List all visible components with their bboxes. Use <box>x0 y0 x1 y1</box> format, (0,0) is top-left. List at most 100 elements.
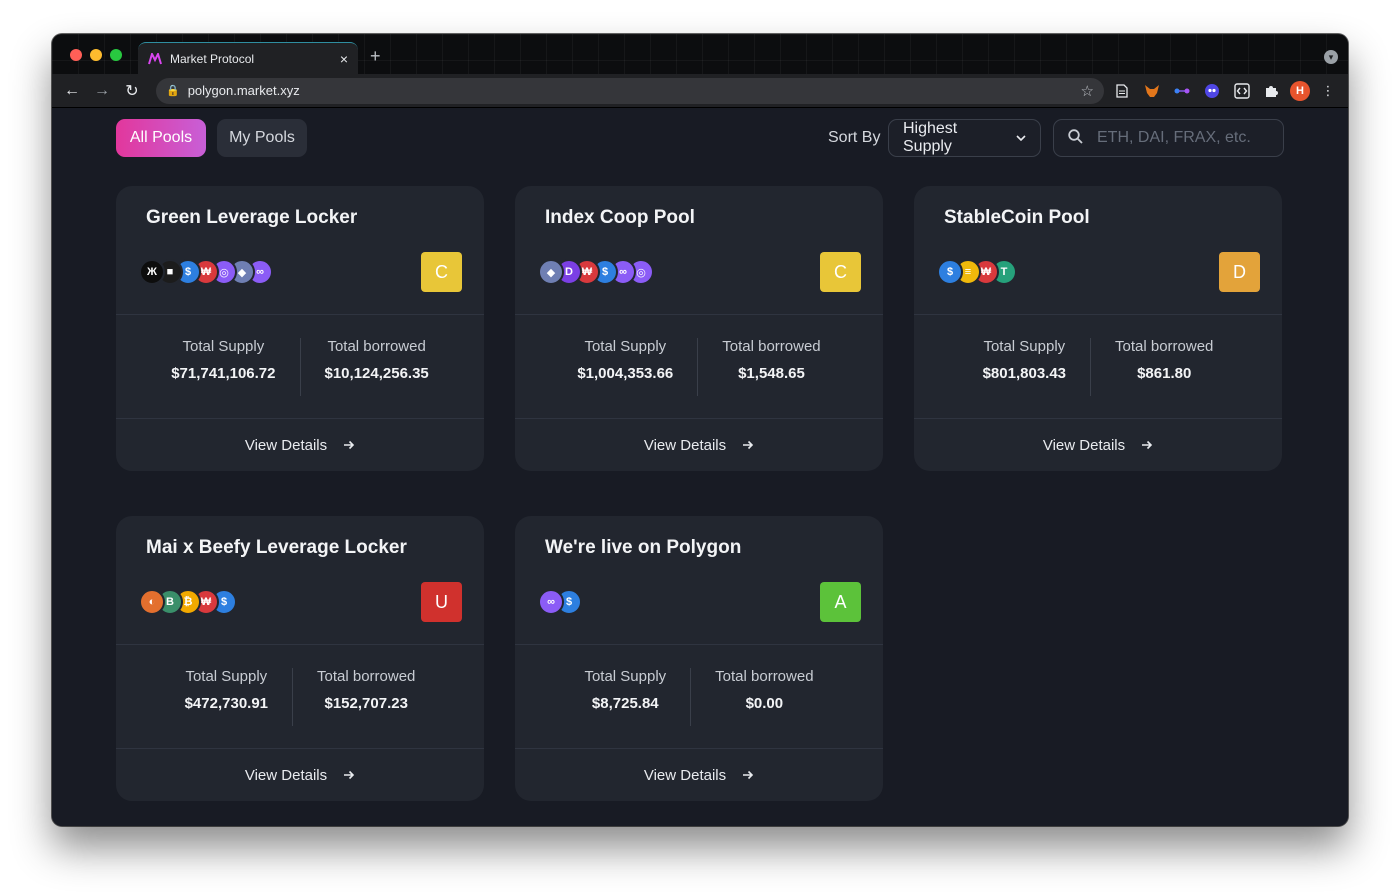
bookmark-star-icon[interactable]: ☆ <box>1081 82 1094 100</box>
total-borrowed-label: Total borrowed <box>327 338 426 355</box>
pool-stats: Total Supply $801,803.43 Total borrowed … <box>914 338 1282 396</box>
arrow-right-icon <box>742 767 754 783</box>
pool-name: Index Coop Pool <box>545 207 695 228</box>
chevron-down-icon <box>1016 132 1026 144</box>
back-button[interactable]: ← <box>60 79 84 103</box>
url-text[interactable]: polygon.market.xyz <box>188 83 1073 98</box>
view-details-button[interactable]: View Details <box>515 419 883 471</box>
total-supply-label: Total Supply <box>584 668 667 685</box>
sort-select-value: Highest Supply <box>903 120 958 155</box>
divider <box>914 314 1282 315</box>
stat-divider <box>299 338 301 396</box>
new-tab-button[interactable]: + <box>370 46 381 67</box>
pool-card-0[interactable]: Green Leverage Locker Ж ■ $ ₩ ◎ ◆ ∞ C Total Su… <box>116 186 484 471</box>
address-bar[interactable]: 🔒 polygon.market.xyz ☆ <box>156 77 1104 104</box>
pool-card-2[interactable]: StableCoin Pool $ ≡ ₩ T D Total Supply $801… <box>914 186 1282 471</box>
window-controls <box>70 49 122 61</box>
pool-name: Green Leverage Locker <box>146 207 358 228</box>
browser-menu-icon[interactable]: ⋮ <box>1316 79 1340 103</box>
total-supply-stat: Total Supply $71,741,106.72 <box>171 338 275 396</box>
total-borrowed-stat: Total borrowed $1,548.65 <box>722 338 820 396</box>
pool-stats: Total Supply $71,741,106.72 Total borrow… <box>116 338 484 396</box>
forward-button[interactable]: → <box>90 79 114 103</box>
view-details-label: View Details <box>244 436 328 454</box>
page-content: All Pools My Pools Sort By Highest Suppl… <box>52 108 1348 826</box>
arrow-right-icon <box>343 437 355 453</box>
token-icons: ◐ B ₿ ₩ $ <box>139 589 237 615</box>
total-supply-value: $1,004,353.66 <box>577 365 674 382</box>
risk-grade-badge: C <box>421 252 462 292</box>
stat-divider <box>292 668 294 726</box>
divider <box>116 644 484 645</box>
pool-card-1[interactable]: Index Coop Pool ◆ D ₩ $ ∞ ◎ C Total Supply $1… <box>515 186 883 471</box>
risk-grade-badge: C <box>820 252 861 292</box>
view-details-button[interactable]: View Details <box>914 419 1282 471</box>
view-details-label: View Details <box>244 766 328 784</box>
risk-grade-badge: U <box>421 582 462 622</box>
pool-card-4[interactable]: We're live on Polygon ∞ $ A Total Supply … <box>515 516 883 801</box>
browser-tab[interactable]: Market Protocol × <box>138 42 358 74</box>
tab-title: Market Protocol <box>170 51 255 66</box>
divider <box>515 314 883 315</box>
total-supply-value: $801,803.43 <box>982 365 1067 382</box>
total-supply-stat: Total Supply $472,730.91 <box>185 668 268 726</box>
browser-window: Market Protocol × + ▾ ← → ↻ 🔒 polygon.ma… <box>52 34 1348 826</box>
total-supply-label: Total Supply <box>182 338 265 355</box>
view-details-button[interactable]: View Details <box>116 749 484 801</box>
code-extension-icon[interactable] <box>1230 79 1254 103</box>
pool-card-3[interactable]: Mai x Beefy Leverage Locker ◐ B ₿ ₩ $ U Tota… <box>116 516 484 801</box>
total-borrowed-label: Total borrowed <box>715 668 814 685</box>
total-borrowed-value: $861.80 <box>1137 365 1192 382</box>
total-borrowed-stat: Total borrowed $152,707.23 <box>317 668 415 726</box>
token-icons: ◆ D ₩ $ ∞ ◎ <box>538 259 654 285</box>
metamask-fox-icon[interactable] <box>1140 79 1164 103</box>
my-pools-tab[interactable]: My Pools <box>217 119 307 157</box>
total-supply-label: Total Supply <box>185 668 268 685</box>
close-window-button[interactable] <box>70 49 82 61</box>
total-borrowed-stat: Total borrowed $0.00 <box>715 668 813 726</box>
pool-name: StableCoin Pool <box>944 207 1090 228</box>
total-supply-stat: Total Supply $801,803.43 <box>983 338 1066 396</box>
token-icon: $ <box>937 259 963 285</box>
total-borrowed-label: Total borrowed <box>317 668 416 685</box>
total-borrowed-value: $1,548.65 <box>738 365 805 382</box>
close-tab-icon[interactable]: × <box>340 51 348 67</box>
profile-avatar[interactable]: H <box>1290 80 1310 101</box>
wallet-link-extension-icon[interactable] <box>1170 79 1194 103</box>
reload-button[interactable]: ↻ <box>120 79 144 103</box>
pool-name: Mai x Beefy Leverage Locker <box>146 537 407 558</box>
ghost-extension-icon[interactable] <box>1200 79 1224 103</box>
token-icon: ∞ <box>538 589 564 615</box>
search-icon <box>1068 128 1083 148</box>
total-borrowed-label: Total borrowed <box>1115 338 1214 355</box>
token-icons: Ж ■ $ ₩ ◎ ◆ ∞ <box>139 259 273 285</box>
total-supply-stat: Total Supply $8,725.84 <box>584 668 666 726</box>
market-logo-icon <box>148 52 162 66</box>
view-details-label: View Details <box>1042 436 1126 454</box>
arrow-right-icon <box>343 767 355 783</box>
maximize-window-button[interactable] <box>110 49 122 61</box>
total-borrowed-stat: Total borrowed $861.80 <box>1115 338 1213 396</box>
search-box[interactable] <box>1053 119 1284 157</box>
total-supply-label: Total Supply <box>584 338 667 355</box>
risk-grade-badge: D <box>1219 252 1260 292</box>
title-bar: Market Protocol × + ▾ <box>52 34 1348 74</box>
total-borrowed-stat: Total borrowed $10,124,256.35 <box>325 338 429 396</box>
lock-icon[interactable]: 🔒 <box>166 84 180 97</box>
view-details-label: View Details <box>643 436 727 454</box>
stat-divider <box>697 338 699 396</box>
minimize-window-button[interactable] <box>90 49 102 61</box>
all-pools-tab[interactable]: All Pools <box>116 119 206 157</box>
tab-search-icon[interactable]: ▾ <box>1324 50 1338 64</box>
total-supply-value: $472,730.91 <box>184 695 269 712</box>
view-details-button[interactable]: View Details <box>116 419 484 471</box>
pool-stats: Total Supply $1,004,353.66 Total borrowe… <box>515 338 883 396</box>
view-details-button[interactable]: View Details <box>515 749 883 801</box>
extensions-puzzle-icon[interactable] <box>1260 79 1284 103</box>
view-details-label: View Details <box>643 766 727 784</box>
document-extension-icon[interactable] <box>1110 79 1134 103</box>
sort-select[interactable]: Highest Supply <box>888 119 1041 157</box>
search-input[interactable] <box>1097 129 1267 147</box>
token-icon: Ж <box>139 259 165 285</box>
stat-divider <box>690 668 692 726</box>
